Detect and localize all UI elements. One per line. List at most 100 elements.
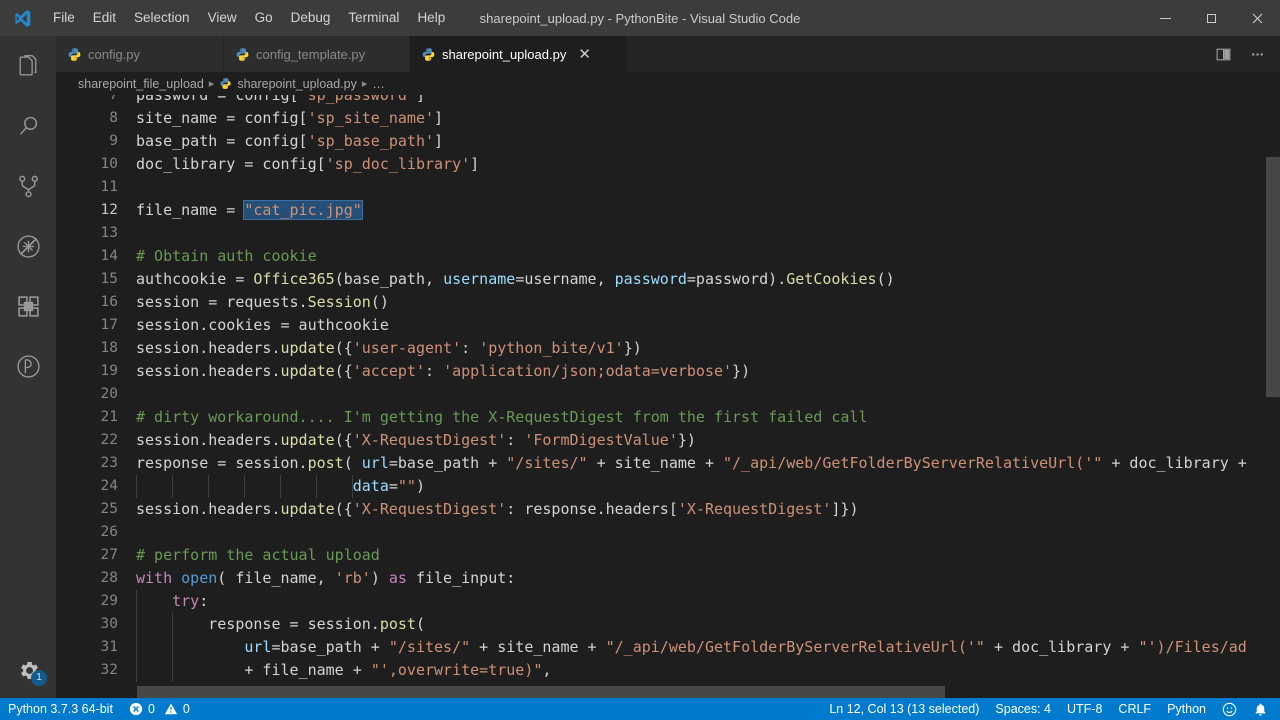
code-line[interactable]: 16session = requests.Session(): [56, 291, 1280, 314]
menu-item-terminal[interactable]: Terminal: [339, 0, 408, 36]
window-controls: [1142, 0, 1280, 36]
menu-item-debug[interactable]: Debug: [282, 0, 340, 36]
menu-item-help[interactable]: Help: [408, 0, 454, 36]
code-token: ]: [434, 109, 443, 127]
code-token: ({: [335, 500, 353, 518]
vertical-scrollbar[interactable]: [1266, 95, 1280, 698]
tab-sharepoint-upload-py[interactable]: sharepoint_upload.py ✕: [410, 36, 628, 72]
code-line[interactable]: 8site_name = config['sp_site_name']: [56, 107, 1280, 130]
python-icon: [67, 47, 82, 62]
code-text: session = requests.Session(): [136, 291, 389, 314]
code-line[interactable]: 22session.headers.update({'X-RequestDige…: [56, 429, 1280, 452]
status-eol[interactable]: CRLF: [1110, 698, 1159, 720]
menu-item-view[interactable]: View: [199, 0, 246, 36]
tab-config-py[interactable]: config.py ✕: [56, 36, 224, 72]
tab-config-template-py[interactable]: config_template.py ✕: [224, 36, 410, 72]
code-token: + doc_library +: [985, 638, 1139, 656]
sidebar-item-search[interactable]: [0, 96, 56, 156]
code-token: [136, 592, 172, 610]
code-line[interactable]: 23response = session.post( url=base_path…: [56, 452, 1280, 475]
code-token: session.headers.: [136, 431, 281, 449]
breadcrumb-item-more[interactable]: …: [372, 77, 385, 91]
sidebar-item-source-control[interactable]: [0, 156, 56, 216]
code-line[interactable]: 11: [56, 176, 1280, 199]
vertical-scrollbar-thumb[interactable]: [1266, 157, 1280, 397]
code-token: file_input:: [416, 569, 515, 587]
code-line[interactable]: 25session.headers.update({'X-RequestDige…: [56, 498, 1280, 521]
breadcrumb-item-file[interactable]: sharepoint_upload.py: [219, 77, 357, 91]
title-bar: File Edit Selection View Go Debug Termin…: [0, 0, 1280, 36]
breadcrumb-item-folder[interactable]: sharepoint_file_upload: [78, 77, 204, 91]
status-label: Python 3.7.3 64-bit: [8, 702, 113, 716]
menu-item-file[interactable]: File: [44, 0, 84, 36]
sidebar-item-explorer[interactable]: [0, 36, 56, 96]
status-label: Ln 12, Col 13 (13 selected): [829, 702, 979, 716]
code-editor[interactable]: 7password = config['sp_password']8site_n…: [56, 95, 1280, 698]
code-token: }): [624, 339, 642, 357]
horizontal-scrollbar[interactable]: [56, 686, 1266, 698]
code-line[interactable]: 17session.cookies = authcookie: [56, 314, 1280, 337]
code-line[interactable]: 15authcookie = Office365(base_path, user…: [56, 268, 1280, 291]
code-token: ): [416, 477, 425, 495]
status-problems[interactable]: 0 0: [121, 698, 198, 720]
code-line[interactable]: 19session.headers.update({'accept': 'app…: [56, 360, 1280, 383]
code-token: 'user-agent': [353, 339, 461, 357]
status-label: UTF-8: [1067, 702, 1102, 716]
status-python-interpreter[interactable]: Python 3.7.3 64-bit: [0, 698, 121, 720]
code-token: post: [380, 615, 416, 633]
sidebar-item-test[interactable]: [0, 336, 56, 396]
code-line[interactable]: 9base_path = config['sp_base_path']: [56, 130, 1280, 153]
code-line[interactable]: 27# perform the actual upload: [56, 544, 1280, 567]
minimize-icon[interactable]: [1142, 0, 1188, 36]
manage-settings-button[interactable]: 1: [0, 642, 56, 698]
code-line[interactable]: 31 url=base_path + "/sites/" + site_name…: [56, 636, 1280, 659]
code-line[interactable]: 12file_name = "cat_pic.jpg": [56, 199, 1280, 222]
status-encoding[interactable]: UTF-8: [1059, 698, 1110, 720]
menu-item-go[interactable]: Go: [246, 0, 282, 36]
code-token: GetCookies: [786, 270, 876, 288]
maximize-icon[interactable]: [1188, 0, 1234, 36]
python-icon: [219, 77, 232, 90]
code-line[interactable]: 28with open( file_name, 'rb') as file_in…: [56, 567, 1280, 590]
code-line[interactable]: 30 response = session.post(: [56, 613, 1280, 636]
code-text: session.headers.update({'user-agent': 'p…: [136, 337, 642, 360]
status-notifications[interactable]: [1245, 698, 1280, 720]
status-language-mode[interactable]: Python: [1159, 698, 1214, 720]
close-icon[interactable]: ✕: [578, 47, 591, 62]
activity-bar: 1: [0, 36, 56, 698]
code-token: "/_api/web/GetFolderByServerRelativeUrl(…: [606, 638, 985, 656]
code-line[interactable]: 10doc_library = config['sp_doc_library']: [56, 153, 1280, 176]
code-line[interactable]: 32 + file_name + "',overwrite=true)",: [56, 659, 1280, 682]
code-line[interactable]: 18session.headers.update({'user-agent': …: [56, 337, 1280, 360]
code-line[interactable]: 29 try:: [56, 590, 1280, 613]
status-cursor-position[interactable]: Ln 12, Col 13 (13 selected): [821, 698, 987, 720]
code-text: password = config['sp_password']: [136, 95, 425, 107]
editor-actions: [1208, 36, 1280, 72]
line-number: 27: [56, 544, 118, 567]
close-icon[interactable]: [1234, 0, 1280, 36]
horizontal-scrollbar-thumb[interactable]: [137, 686, 945, 698]
code-line[interactable]: 13: [56, 222, 1280, 245]
sidebar-item-run-and-debug[interactable]: [0, 216, 56, 276]
split-editor-icon[interactable]: [1208, 39, 1238, 69]
chevron-right-icon: ▸: [209, 77, 215, 90]
warning-count: 0: [183, 702, 190, 716]
code-token: =base_path +: [271, 638, 388, 656]
status-indentation[interactable]: Spaces: 4: [987, 698, 1059, 720]
code-line[interactable]: 24 data=""): [56, 475, 1280, 498]
code-token: 'accept': [353, 362, 425, 380]
ellipsis-icon[interactable]: [1242, 39, 1272, 69]
sidebar-item-extensions[interactable]: [0, 276, 56, 336]
code-line[interactable]: 21# dirty workaround.... I'm getting the…: [56, 406, 1280, 429]
code-token: =: [389, 477, 398, 495]
menu-item-edit[interactable]: Edit: [84, 0, 125, 36]
status-label: CRLF: [1118, 702, 1151, 716]
menu-item-selection[interactable]: Selection: [125, 0, 199, 36]
code-line[interactable]: 7password = config['sp_password']: [56, 95, 1280, 107]
code-line[interactable]: 26: [56, 521, 1280, 544]
status-feedback[interactable]: [1214, 698, 1245, 720]
code-token: : response.headers[: [506, 500, 678, 518]
line-number: 29: [56, 590, 118, 613]
code-line[interactable]: 20: [56, 383, 1280, 406]
code-line[interactable]: 14# Obtain auth cookie: [56, 245, 1280, 268]
